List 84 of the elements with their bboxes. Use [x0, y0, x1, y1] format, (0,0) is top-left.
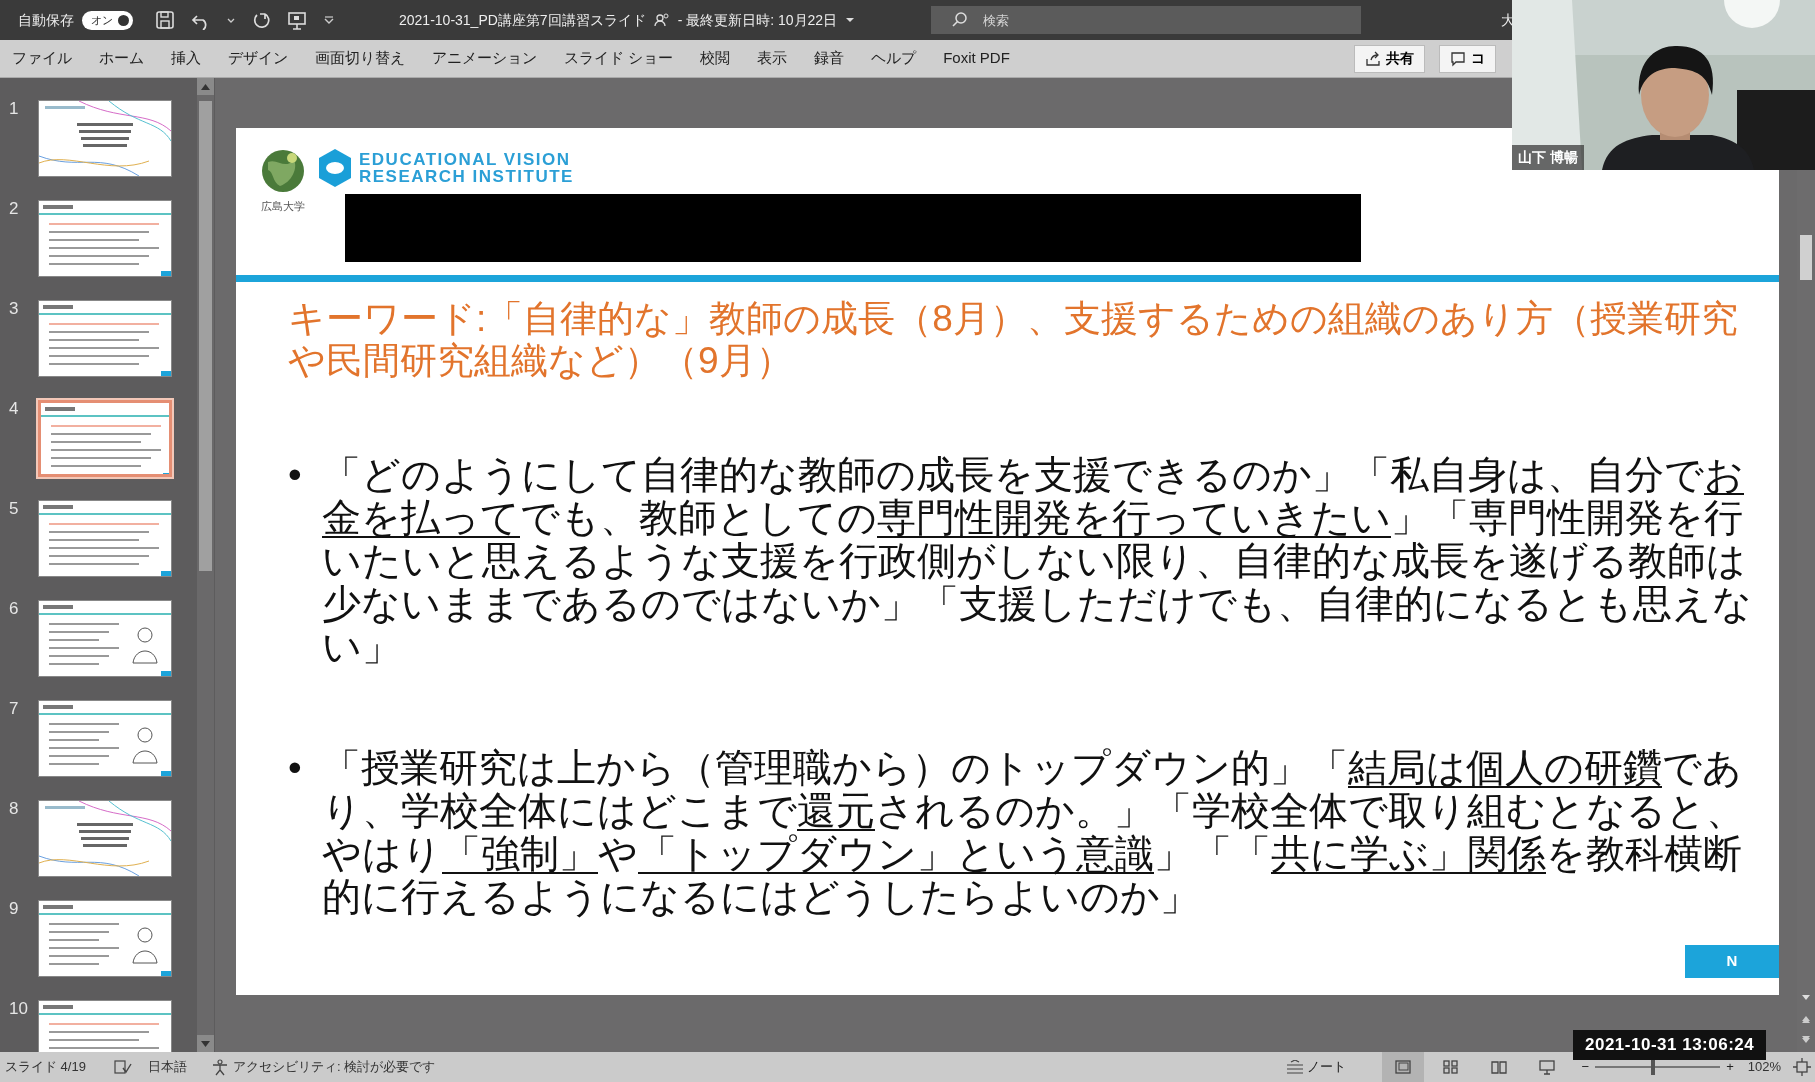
comment-button[interactable]: コ [1438, 44, 1496, 73]
person-icon [653, 12, 670, 28]
comment-icon [1449, 50, 1466, 67]
slide-sorter-icon [1442, 1059, 1459, 1075]
scrollbar-thumb[interactable] [199, 101, 212, 571]
accessibility-status[interactable]: アクセシビリティ: 検討が必要です [232, 1057, 436, 1077]
slide-thumbnail[interactable] [38, 700, 172, 777]
slide-thumbnail[interactable] [38, 100, 172, 177]
timestamp: 2021-10-31 13:06:24 [1573, 1030, 1767, 1060]
slide-thumbnail[interactable] [38, 200, 172, 277]
document-title: 2021-10-31_PD講座第7回講習スライド [399, 10, 646, 30]
slide-thumbnail[interactable] [38, 300, 172, 377]
slideshow-icon [1538, 1059, 1555, 1075]
page-number: N [1685, 945, 1779, 978]
slide-title: キーワード:「自律的な」教師の成長（8月）、支援するための組織のあり方（授業研究や民間研究組織など）（9月） [287, 297, 1739, 382]
slide-number: 6 [8, 600, 20, 617]
ribbon-tab[interactable]: 録音 [814, 47, 845, 70]
redo-icon [251, 10, 271, 30]
save-icon [155, 10, 175, 30]
slide-thumbnail[interactable] [38, 800, 172, 877]
slide-number: 7 [8, 700, 20, 717]
slide-number: 8 [8, 800, 20, 817]
bullet-text: 「授業研究は上から（管理職から）のトップダウン的」「結局は個人の研鑽であり、学校全体にはどこまで還元されるのか。」「学校全体で取り組むとなると、やはり「強制」や「トップダウン」という意識」「「共に学ぶ」関係を教科横断的に行えるようになるにはどうしたらよいのか」 [322, 746, 1746, 918]
language-label[interactable]: 日本語 [147, 1057, 187, 1077]
caret-icon [323, 16, 335, 24]
slide-number: 3 [8, 300, 20, 317]
down-arrow-icon [201, 1040, 210, 1047]
ribbon-tab[interactable]: Foxit PDF [943, 47, 1010, 70]
slide-number: 1 [8, 100, 20, 117]
slider-thumb[interactable] [1650, 1059, 1655, 1075]
caret-icon [227, 17, 235, 23]
ribbon-tab[interactable]: 校閲 [700, 47, 731, 70]
reading-view-icon [1490, 1059, 1507, 1075]
slide-counter: スライド 4/19 [5, 1058, 86, 1077]
participant-name: 山下 博暢 [1512, 145, 1584, 170]
slide-number: 5 [8, 500, 20, 517]
autosave-label: 自動保存 [18, 10, 74, 30]
ribbon-tab[interactable]: ヘルプ [871, 47, 917, 70]
ribbon-tab[interactable]: ファイル [12, 47, 72, 70]
scroll-down-button[interactable] [197, 1035, 214, 1052]
notes-icon [1285, 1060, 1304, 1074]
ribbon-tab[interactable]: デザイン [228, 47, 288, 70]
spellcheck-icon[interactable] [113, 1059, 132, 1075]
slide-number: 2 [8, 200, 20, 217]
slide-thumbnail[interactable] [38, 900, 172, 977]
ribbon-tab[interactable]: アニメーション [432, 47, 537, 70]
ribbon-tab[interactable]: 挿入 [171, 47, 201, 70]
ribbon-tab[interactable]: スライド ショー [564, 47, 674, 70]
scrollbar-thumb[interactable] [1800, 235, 1812, 280]
slide-thumbnail[interactable] [38, 600, 172, 677]
zoom-level[interactable]: 102% [1747, 1057, 1781, 1077]
normal-view-button[interactable] [1381, 1052, 1424, 1082]
globe-logo-icon [260, 148, 306, 194]
slide-number: 10 [8, 1000, 29, 1017]
caret-icon [845, 15, 856, 25]
autosave-toggle[interactable]: オン [82, 10, 133, 30]
zoom-in-button[interactable]: + [1726, 1057, 1734, 1077]
normal-view-icon [1394, 1059, 1411, 1075]
ribbon-tab[interactable]: 表示 [757, 47, 788, 70]
scroll-up-button[interactable] [197, 78, 214, 95]
search-field[interactable]: 検索 [931, 6, 1362, 34]
slide-number: 4 [8, 400, 20, 417]
bullet-marker: • [288, 453, 303, 498]
last-modified-text: - 最終更新日時: 10月22日 [677, 10, 838, 30]
slide-number: 9 [8, 900, 20, 917]
institute-name: RESEARCH INSTITUTE [359, 168, 574, 185]
hexagon-logo-icon [317, 148, 353, 188]
logo-caption: 広島大学 [261, 199, 305, 214]
accessibility-icon[interactable] [210, 1058, 229, 1076]
double-down-arrow-icon [1801, 1034, 1811, 1045]
slide-thumbnail[interactable] [38, 400, 172, 477]
share-icon [1364, 50, 1381, 67]
institute-name: EDUCATIONAL VISION [359, 151, 572, 168]
bullet-marker: • [288, 746, 303, 791]
zoom-out-button[interactable]: − [1581, 1057, 1590, 1077]
notes-button[interactable]: ノート [1285, 1057, 1346, 1077]
up-arrow-icon [201, 83, 210, 90]
slide-thumbnail[interactable] [38, 500, 172, 577]
bullet-text: 「どのようにして自律的な教師の成長を支援できるのか」「私自身は、自分でお金を払って でも、教師としての専門性開発を行っていきたい」「専門性開発を行いたいと思えるような支援を行政側がしない限り、自律的な成長を遂げる教師は少ないままであるのではないか」「支援しただけでも、自律的になるとも思えない」 [322, 453, 1753, 668]
share-button[interactable]: 共有 [1353, 44, 1425, 73]
presentation-icon [287, 10, 307, 30]
fit-to-window-icon[interactable] [1793, 1058, 1811, 1076]
ribbon-tab[interactable]: 画面切り替え [315, 47, 405, 70]
ribbon-tab[interactable]: ホーム [99, 47, 144, 70]
